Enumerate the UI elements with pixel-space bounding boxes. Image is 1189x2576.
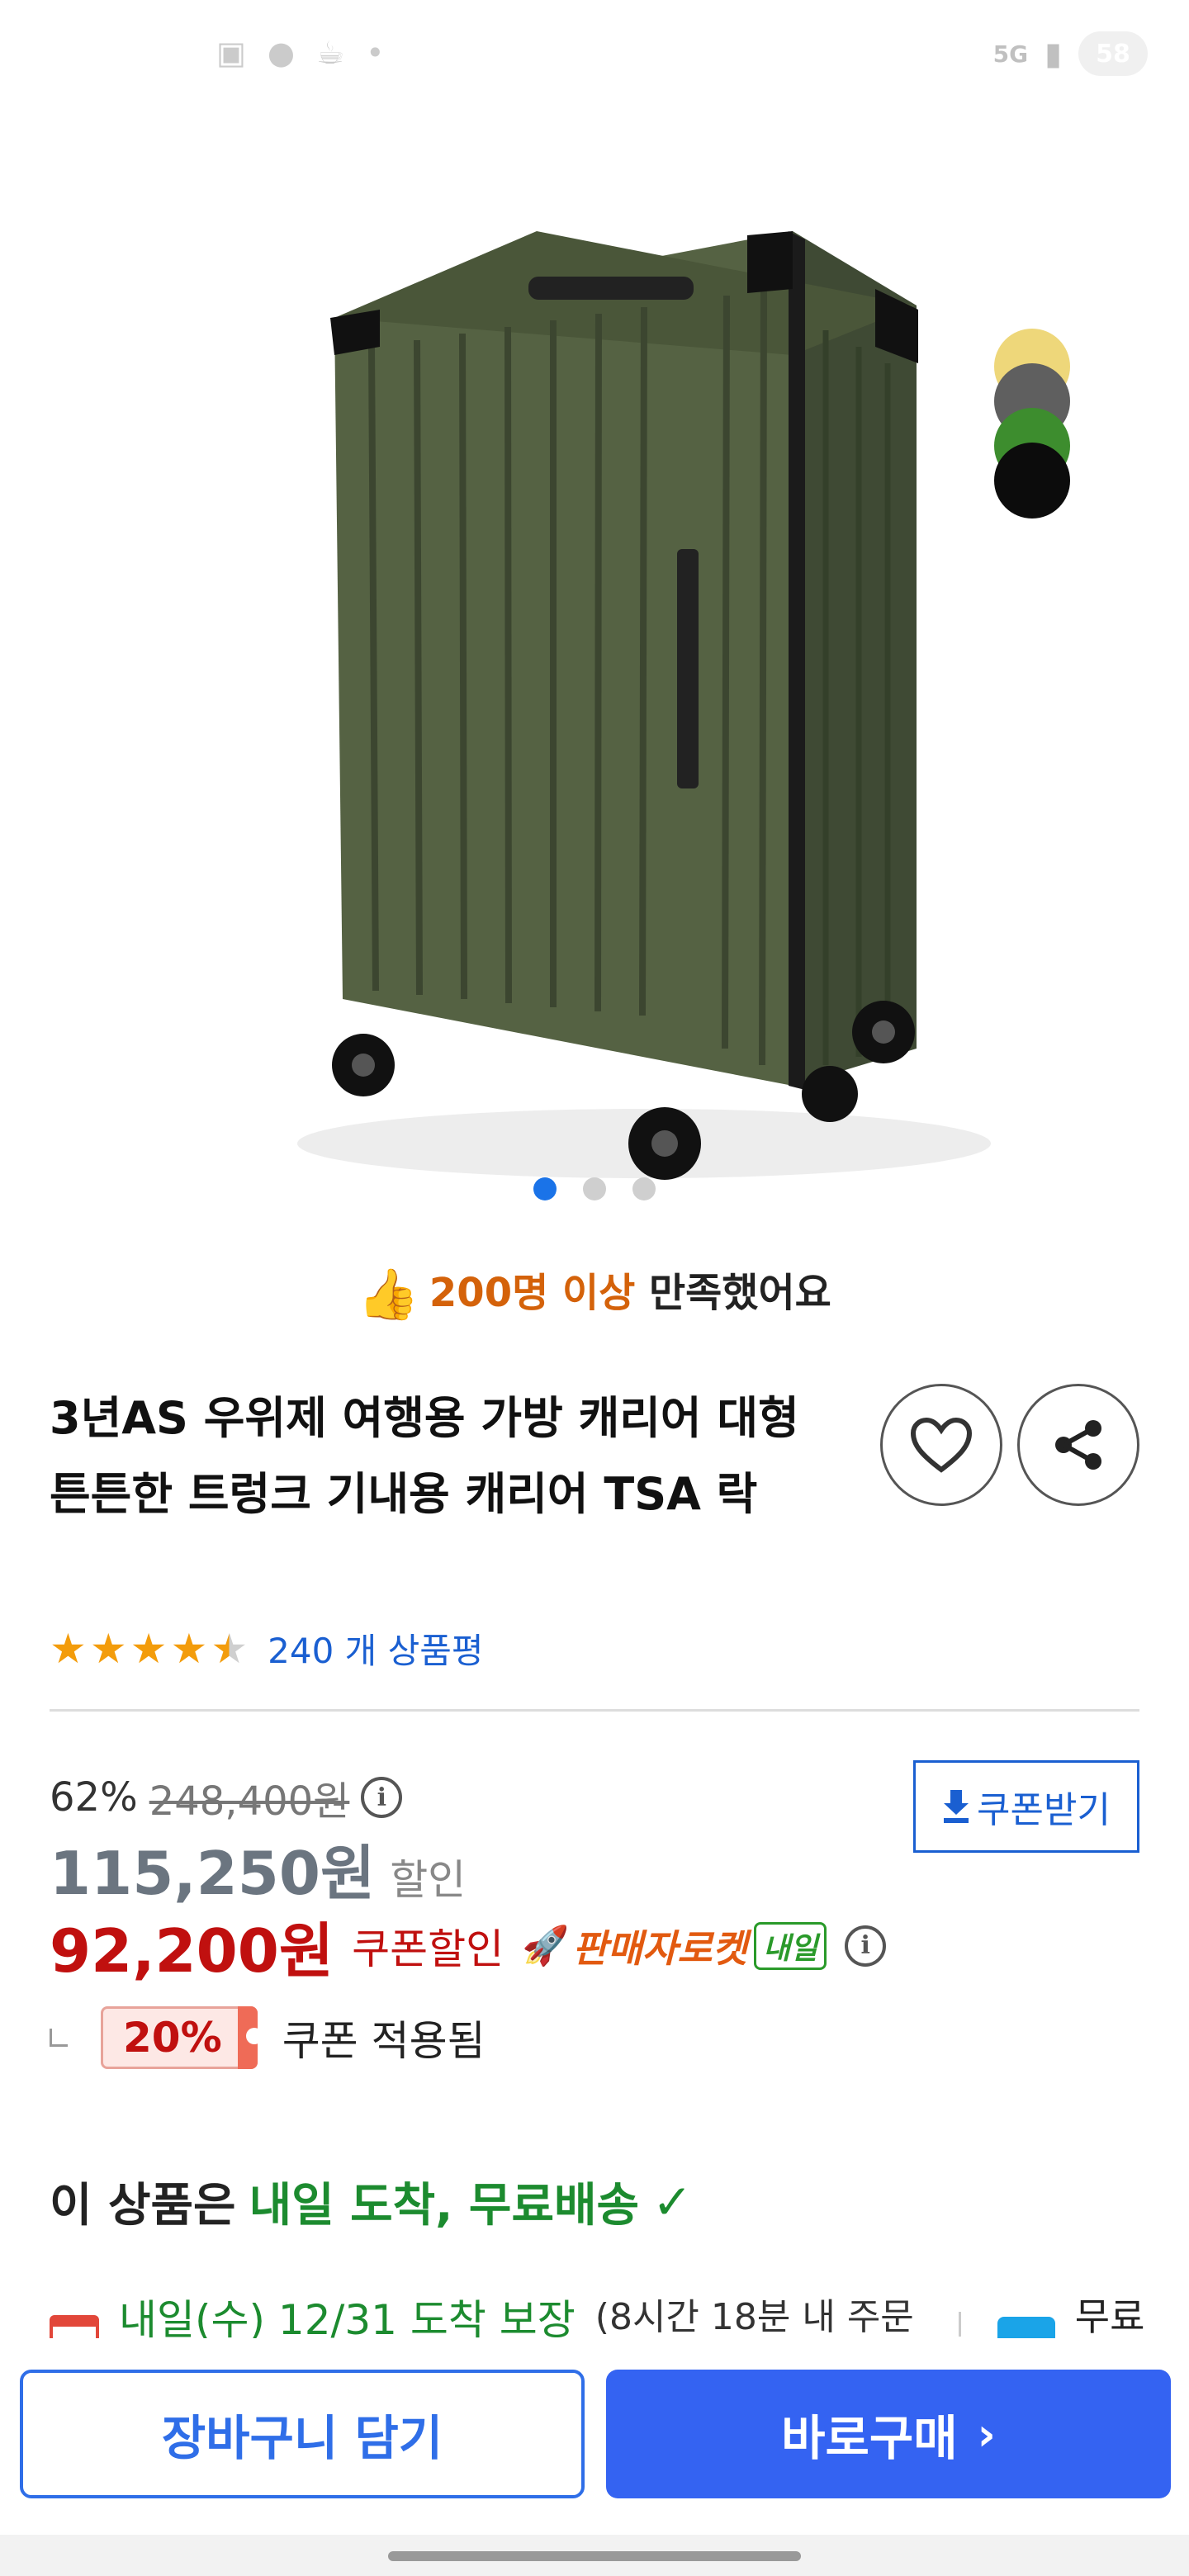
star-icon: ★ xyxy=(89,1624,127,1673)
carousel-indicator xyxy=(0,1177,1189,1200)
battery-level: 58 xyxy=(1078,31,1148,76)
network-type: 5G xyxy=(992,40,1029,68)
add-to-cart-button[interactable]: 장바구니 담기 xyxy=(20,2370,585,2498)
satisfaction-count: 200명 이상 xyxy=(429,1270,636,1316)
product-title: 3년AS 우위제 여행용 가방 캐리어 대형 튼튼한 트렁크 기내용 캐리어 T… xyxy=(50,1392,799,1520)
satisfaction-banner: 👍 200명 이상 만족했어요 xyxy=(0,1260,1189,1324)
divider xyxy=(50,1709,1139,1712)
notification-icons: ▣ ● ☕ • xyxy=(216,35,385,71)
app-icon: ● xyxy=(267,35,296,71)
system-indicators: 5G ▮ 58 xyxy=(993,31,1148,76)
wishlist-button[interactable] xyxy=(880,1384,1002,1506)
share-button[interactable] xyxy=(1017,1384,1139,1506)
heart-icon xyxy=(910,1417,973,1473)
check-icon: ✓ xyxy=(652,2173,693,2230)
add-to-cart-label: 장바구니 담기 xyxy=(161,2410,443,2466)
tomorrow-badge: 내일 xyxy=(753,1921,827,1970)
delivery-highlight: 내일 도착, 무료배송 xyxy=(249,2179,640,2233)
home-indicator[interactable] xyxy=(388,2551,801,2561)
delivery-guarantee: 내일(수) 12/31 도착 보장 xyxy=(119,2296,576,2338)
free-shipping-label: 무료 xyxy=(1074,2294,1145,2338)
carousel-dot[interactable] xyxy=(533,1177,557,1200)
cup-icon: ☕ xyxy=(316,35,345,71)
coupon-applied-text: 쿠폰 적용됨 xyxy=(282,2017,486,2065)
coupon-percent: 20% xyxy=(123,2014,222,2062)
product-image[interactable] xyxy=(0,99,1189,1189)
delivery-cutoff: (8시간 18분 내 주문 xyxy=(594,2296,914,2338)
discount-row: 62% 248,400원 i xyxy=(50,1769,403,1826)
signal-icon: ▮ xyxy=(1045,36,1062,72)
buy-now-label: 바로구매 xyxy=(781,2410,958,2466)
satisfaction-text: 만족했어요 xyxy=(649,1270,831,1316)
original-price: 248,400원 xyxy=(149,1778,350,1825)
sale-price-row: 115,250원 할인 xyxy=(50,1825,466,1911)
rating-row[interactable]: ★ ★ ★ ★ ★ 240 개 상품평 xyxy=(50,1623,484,1674)
review-count-link[interactable]: 240 개 상품평 xyxy=(268,1623,483,1674)
info-icon[interactable]: i xyxy=(845,1925,887,1967)
star-icon: ★ xyxy=(170,1624,208,1673)
chevron-right-icon: › xyxy=(977,2408,996,2460)
elbow-connector xyxy=(50,2029,68,2047)
carousel-dot[interactable] xyxy=(632,1177,656,1200)
seller-rocket-label: 판매자로켓 xyxy=(572,1925,747,1971)
coupon-price: 92,200원 xyxy=(50,1916,334,1986)
delivery-prefix: 이 상품은 xyxy=(50,2179,236,2233)
star-icon: ★ xyxy=(50,1624,87,1673)
get-coupon-button[interactable]: 쿠폰받기 xyxy=(913,1760,1139,1853)
dot-icon: • xyxy=(366,35,385,71)
delivery-headline: 이 상품은 내일 도착, 무료배송 ✓ xyxy=(50,2168,693,2235)
share-icon xyxy=(1055,1420,1101,1470)
delivery-info-row: 내일(수) 12/31 도착 보장 (8시간 18분 내 주문 무료 xyxy=(50,2287,1189,2338)
download-icon xyxy=(944,1790,969,1823)
truck-icon xyxy=(997,2317,1055,2338)
coupon-label: 쿠폰할인 xyxy=(352,1925,504,1973)
product-gallery[interactable] xyxy=(0,99,1189,1189)
rocket-icon: 🚀 xyxy=(522,1923,570,1968)
swatch-black[interactable] xyxy=(994,443,1070,519)
seller-rocket-badge: 🚀 판매자로켓 내일 xyxy=(522,1919,827,1973)
discount-rate: 62% xyxy=(50,1774,138,1821)
half-star-icon: ★ xyxy=(211,1624,249,1673)
coupon-applied-row: 20% 쿠폰 적용됨 xyxy=(50,2006,486,2069)
coupon-percent-badge: 20% xyxy=(101,2006,263,2069)
carousel-dot[interactable] xyxy=(583,1177,606,1200)
sale-price: 115,250원 xyxy=(50,1839,376,1908)
buy-now-button[interactable]: 바로구매 › xyxy=(606,2370,1171,2498)
bottom-action-bar: 장바구니 담기 바로구매 › xyxy=(0,2343,1189,2535)
ticket-notch xyxy=(237,2006,263,2069)
separator xyxy=(958,2312,961,2337)
star-icon: ★ xyxy=(130,1624,168,1673)
get-coupon-label: 쿠폰받기 xyxy=(977,1789,1111,1831)
info-icon[interactable]: i xyxy=(361,1777,403,1818)
color-swatches[interactable] xyxy=(994,329,1073,519)
scan-icon: ▣ xyxy=(216,35,246,71)
status-bar: ▣ ● ☕ • 5G ▮ 58 xyxy=(0,0,1189,99)
calendar-icon xyxy=(50,2315,99,2338)
thumbs-up-icon: 👍 xyxy=(358,1266,419,1324)
coupon-price-row: 92,200원 쿠폰할인 🚀 판매자로켓 내일 i xyxy=(50,1902,887,1989)
sale-label: 할인 xyxy=(390,1856,467,1904)
system-nav-bar xyxy=(0,2535,1189,2576)
